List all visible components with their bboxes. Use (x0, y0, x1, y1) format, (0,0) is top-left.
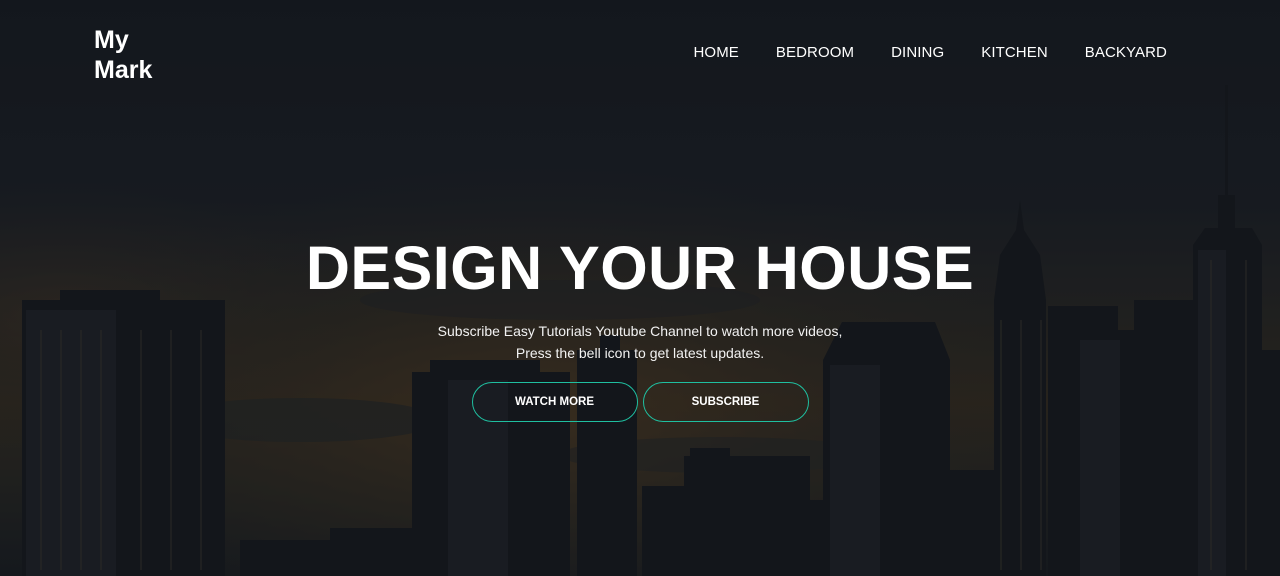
nav-item-dining[interactable]: DINING (891, 44, 944, 61)
nav-item-bedroom[interactable]: BEDROOM (776, 44, 854, 61)
nav-item-home[interactable]: HOME (694, 44, 739, 61)
hero-title: DESIGN YOUR HOUSE (305, 234, 975, 302)
hero-subtitle-line1: Subscribe Easy Tutorials Youtube Channel… (437, 323, 843, 339)
nav-item-kitchen[interactable]: KITCHEN (981, 44, 1048, 61)
subscribe-button[interactable]: SUBSCRIBE (642, 382, 809, 422)
brand-logo[interactable]: My Mark (94, 25, 152, 85)
brand-logo-line2: Mark (94, 56, 153, 84)
brand-logo-line1: My (94, 26, 129, 54)
nav-links: HOME BEDROOM DINING KITCHEN BACKYARD (657, 44, 1168, 61)
watch-more-button[interactable]: WATCH MORE (471, 382, 638, 422)
hero-buttons: WATCH MORE SUBSCRIBE (0, 382, 1280, 422)
navbar: My Mark HOME BEDROOM DINING KITCHEN BACK… (0, 0, 1280, 110)
nav-item-backyard[interactable]: BACKYARD (1085, 44, 1167, 61)
hero-subtitle-line2: Press the bell icon to get latest update… (515, 345, 765, 361)
hero-subtitle: Subscribe Easy Tutorials Youtube Channel… (0, 320, 1280, 364)
hero-content: DESIGN YOUR HOUSE Subscribe Easy Tutoria… (0, 236, 1280, 422)
